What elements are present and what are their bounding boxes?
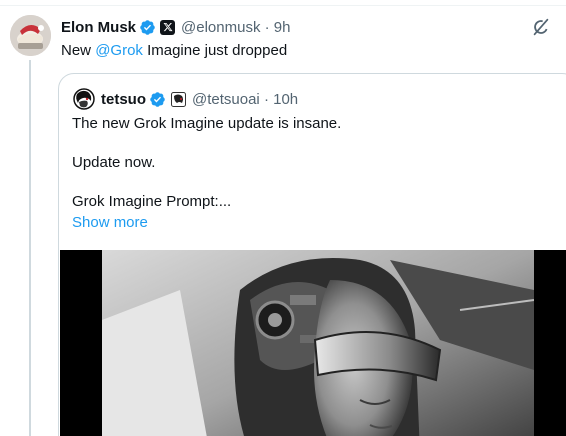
quoted-author-name[interactable]: tetsuo [101,91,146,108]
avatar-badge-icon [171,91,186,107]
tweet-header: Elon Musk @elonmusk · 9h [61,17,290,37]
mention-link[interactable]: @Grok [95,42,143,59]
verified-badge-icon [139,19,156,36]
separator-dot: · [264,18,270,36]
x-logo-icon [160,19,176,35]
quoted-handle-text: @tetsuoai [192,90,260,108]
quoted-text-line: Update now. [72,154,156,171]
author-handle[interactable]: @elonmusk · 9h [181,19,290,36]
quoted-avatar-image [73,88,95,110]
top-divider [0,0,566,6]
author-avatar[interactable] [10,15,51,56]
quoted-author-avatar[interactable] [73,88,95,110]
quoted-tweet-media-image[interactable] [60,250,566,436]
quoted-text-line: The new Grok Imagine update is insane. [72,115,342,132]
quoted-tweet-text: The new Grok Imagine update is insane. U… [72,114,341,212]
tweet-text: New @Grok Imagine just dropped [61,41,287,61]
grok-icon[interactable] [530,16,552,38]
quoted-text-line: Grok Imagine Prompt:... [72,193,232,210]
avatar-image [10,15,51,56]
separator-dot: · [263,90,269,108]
timestamp[interactable]: 9h [274,19,291,36]
quoted-tweet-header: tetsuo @tetsuoai · 10h [101,88,298,110]
cyborg-portrait-image [60,250,566,436]
quoted-timestamp[interactable]: 10h [273,91,298,108]
author-name[interactable]: Elon Musk [61,19,136,36]
quoted-tweet-card[interactable]: tetsuo @tetsuoai · 10h The new Grok Imag… [58,73,566,436]
show-more-link[interactable]: Show more [72,214,148,231]
quoted-author-handle[interactable]: @tetsuoai · 10h [192,91,298,108]
thread-connector-line [29,60,31,436]
verified-badge-icon [149,91,166,108]
tweet-text-prefix: New [61,42,96,59]
handle-text: @elonmusk [181,18,261,36]
tweet-text-suffix: Imagine just dropped [142,42,288,59]
